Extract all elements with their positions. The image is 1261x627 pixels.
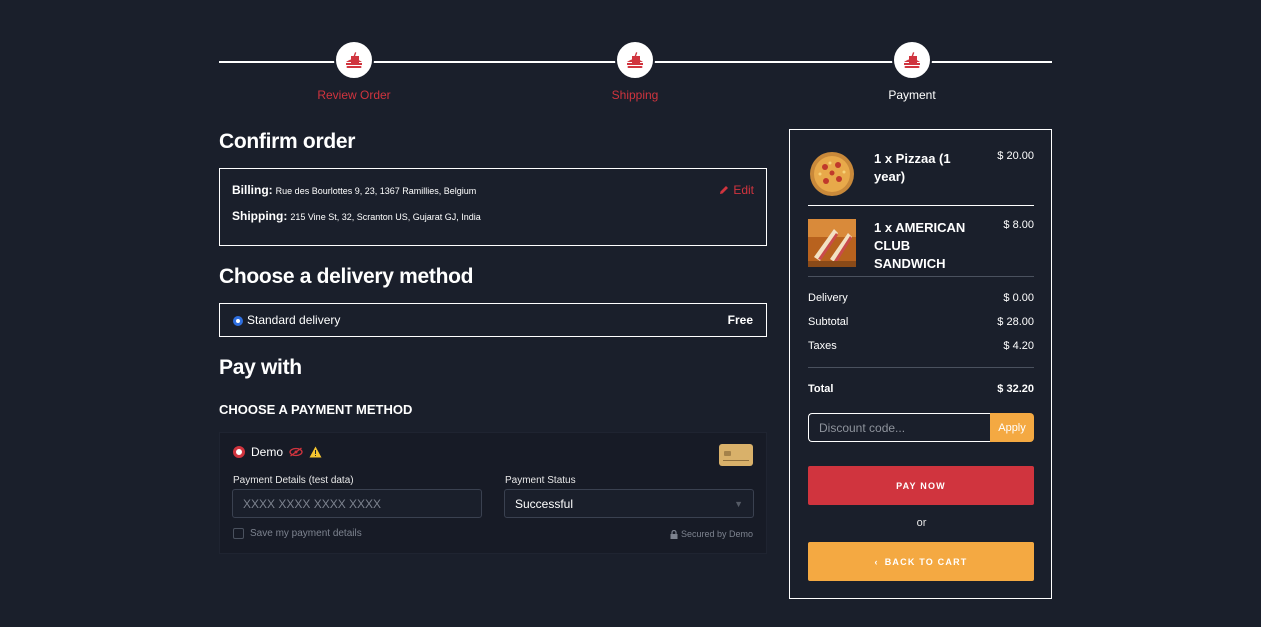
save-payment-row[interactable]: Save my payment details: [233, 528, 362, 539]
total-row: Total $ 32.20: [808, 383, 1034, 395]
payment-details-label: Payment Details (test data): [233, 475, 354, 486]
step-shipping[interactable]: Shipping: [575, 40, 695, 102]
payment-method-panel: Demo Payment Details (test data) XXXX XX…: [219, 432, 767, 554]
edit-label: Edit: [733, 183, 754, 197]
chevron-left-icon: ‹: [874, 556, 879, 567]
delivery-cost-value: $ 0.00: [1003, 292, 1034, 304]
warning-icon: [309, 446, 322, 458]
discount-code-input[interactable]: Discount code...: [808, 413, 990, 442]
step-label: Payment: [888, 88, 936, 102]
lock-icon: [670, 529, 678, 539]
billing-row: Billing: Rue des Bourlottes 9, 23, 1367 R…: [232, 183, 754, 197]
address-box: Billing: Rue des Bourlottes 9, 23, 1367 R…: [219, 168, 767, 246]
eye-slash-icon: [289, 447, 303, 457]
cart-item-price: $ 20.00: [997, 150, 1034, 162]
checkout-progress: Review Order Shipping Payment: [219, 40, 1052, 110]
secured-badge: Secured by Demo: [670, 529, 753, 539]
payment-method-name: Demo: [251, 445, 284, 459]
step-label: Shipping: [611, 88, 659, 102]
back-to-cart-label: BACK TO CART: [884, 556, 968, 567]
sandwich-thumbnail: [808, 219, 856, 267]
save-payment-checkbox[interactable]: [233, 528, 244, 539]
secured-label: Secured by Demo: [680, 529, 753, 539]
step-review-order[interactable]: Review Order: [294, 40, 414, 102]
total-value: $ 32.20: [997, 383, 1034, 395]
delivery-cost-row: Delivery $ 0.00: [808, 292, 1034, 304]
delivery-option-price: Free: [727, 313, 753, 327]
delivery-option-left: Standard delivery: [233, 313, 340, 327]
billing-label: Billing:: [232, 183, 273, 197]
payment-status-label: Payment Status: [505, 475, 576, 486]
delivery-cost-label: Delivery: [808, 292, 848, 304]
taxes-label: Taxes: [808, 340, 837, 352]
credit-card-icon: [719, 444, 753, 466]
cart-item-pizza: 1 x Pizzaa (1 year) $ 20.00: [808, 150, 1034, 198]
payment-method-demo[interactable]: Demo: [233, 445, 753, 459]
order-summary: 1 x Pizzaa (1 year) $ 20.00 1 x AMERICAN…: [789, 129, 1052, 599]
summary-divider: [808, 367, 1034, 368]
or-separator: or: [916, 517, 927, 529]
payment-method-subtitle: CHOOSE A PAYMENT METHOD: [219, 402, 413, 417]
taxes-row: Taxes $ 4.20: [808, 340, 1034, 352]
subtotal-value: $ 28.00: [997, 316, 1034, 328]
food-icon: [615, 40, 655, 80]
delivery-option-standard[interactable]: Standard delivery Free: [219, 303, 767, 337]
subtotal-row: Subtotal $ 28.00: [808, 316, 1034, 328]
shipping-label: Shipping:: [232, 209, 288, 223]
back-to-cart-button[interactable]: ‹ BACK TO CART: [808, 542, 1034, 581]
cart-item-name: 1 x Pizzaa (1 year): [874, 151, 951, 184]
food-icon: [892, 40, 932, 80]
confirm-order-title: Confirm order: [219, 130, 356, 153]
summary-divider: [808, 276, 1034, 277]
cart-item-price: $ 8.00: [1003, 219, 1034, 231]
step-payment[interactable]: Payment: [852, 40, 972, 102]
billing-address: Rue des Bourlottes 9, 23, 1367 Ramillies…: [275, 186, 477, 196]
pay-with-title: Pay with: [219, 356, 302, 379]
delivery-title: Choose a delivery method: [219, 265, 474, 288]
discount-form: Discount code... Apply: [808, 413, 1034, 442]
pizza-thumbnail: [810, 152, 854, 196]
shipping-row: Shipping: 215 Vine St, 32, Scranton US, G…: [232, 209, 754, 223]
food-icon: [334, 40, 374, 80]
payment-status-value: Successful: [515, 496, 574, 511]
payment-radio[interactable]: [233, 446, 245, 458]
pay-now-label: PAY NOW: [896, 480, 946, 491]
shipping-address: 215 Vine St, 32, Scranton US, Gujarat GJ…: [290, 212, 481, 222]
step-label: Review Order: [317, 88, 391, 102]
pencil-icon: [720, 186, 729, 194]
cart-item-sandwich: 1 x AMERICAN CLUB SANDWICH $ 8.00: [808, 219, 1034, 271]
card-chip: [724, 451, 731, 456]
card-stripe: [723, 460, 749, 461]
summary-divider: [808, 205, 1034, 206]
edit-address-link[interactable]: Edit: [719, 183, 754, 197]
cart-item-name: 1 x AMERICAN CLUB SANDWICH: [874, 220, 966, 271]
card-number-input[interactable]: XXXX XXXX XXXX XXXX: [232, 489, 482, 518]
payment-status-select[interactable]: Successful ▼: [504, 489, 754, 518]
delivery-option-label: Standard delivery: [247, 313, 341, 327]
total-label: Total: [808, 383, 834, 395]
checkout-page: Review Order Shipping Payment Confirm or…: [219, 0, 1052, 627]
pay-now-button[interactable]: PAY NOW: [808, 466, 1034, 505]
apply-discount-button[interactable]: Apply: [990, 413, 1034, 442]
chevron-down-icon: ▼: [734, 498, 743, 509]
taxes-value: $ 4.20: [1003, 340, 1034, 352]
delivery-radio[interactable]: [233, 315, 243, 326]
subtotal-label: Subtotal: [808, 316, 849, 328]
save-payment-label: Save my payment details: [250, 528, 362, 539]
